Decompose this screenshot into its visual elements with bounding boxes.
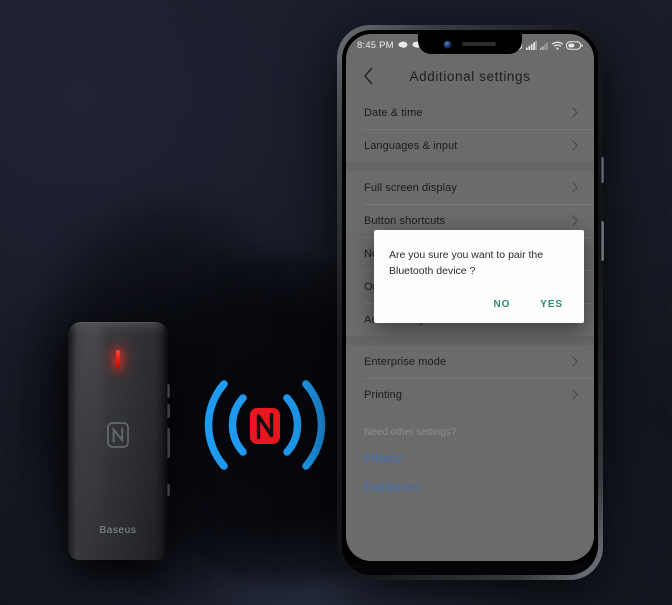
settings-row-label: Languages & input	[364, 139, 458, 152]
settings-group-divider	[346, 162, 594, 171]
settings-list[interactable]: Date & time Languages & input Full scree…	[346, 96, 594, 561]
dialog-actions: NO YES	[389, 295, 569, 314]
settings-group-3: Enterprise mode Printing	[346, 345, 594, 411]
baseus-bluetooth-device: Baseus	[68, 322, 170, 560]
settings-row-full-screen-display[interactable]: Full screen display	[346, 171, 594, 204]
message-cloud-icon	[398, 41, 408, 48]
back-button[interactable]	[351, 59, 385, 93]
chevron-right-icon	[572, 356, 578, 367]
device-button-bottom[interactable]	[167, 484, 170, 496]
phone-screen: 8:45 PM Additional settings Date & time …	[346, 34, 594, 561]
earpiece-speaker	[462, 42, 496, 46]
app-bar: Additional settings	[346, 56, 594, 96]
device-brand-label: Baseus	[99, 525, 137, 536]
settings-row-label: Date & time	[364, 106, 423, 119]
device-button-upper[interactable]	[167, 384, 170, 398]
chevron-right-icon	[572, 389, 578, 400]
footer-link-privacy[interactable]: Privacy	[364, 453, 576, 465]
dialog-message: Are you sure you want to pair the Blueto…	[389, 249, 544, 278]
chevron-right-icon	[572, 182, 578, 193]
chevron-right-icon	[572, 140, 578, 151]
dialog-no-button[interactable]: NO	[491, 295, 512, 314]
settings-row-label: Enterprise mode	[364, 355, 447, 368]
chevron-right-icon	[572, 215, 578, 226]
settings-row-date-time[interactable]: Date & time	[346, 96, 594, 129]
device-port	[167, 428, 170, 458]
device-highlight	[78, 326, 104, 546]
settings-row-printing[interactable]: Printing	[346, 378, 594, 411]
wifi-icon	[552, 41, 563, 50]
footer-link-earphones[interactable]: Earphones	[364, 482, 576, 494]
dialog-yes-button[interactable]: YES	[538, 295, 565, 314]
settings-row-label: Button shortcuts	[364, 214, 446, 227]
status-bar-left: 8:45 PM	[357, 40, 422, 51]
volume-button[interactable]	[601, 157, 604, 183]
nfc-wave-emblem	[198, 358, 332, 492]
settings-row-label: Printing	[364, 388, 403, 401]
phone-body: 8:45 PM Additional settings Date & time …	[342, 30, 598, 575]
page-title: Additional settings	[409, 68, 531, 84]
status-time: 8:45 PM	[357, 39, 394, 51]
battery-icon	[566, 40, 583, 50]
settings-group-1: Date & time Languages & input	[346, 96, 594, 162]
settings-footer: Need other settings? Privacy Earphones	[346, 411, 594, 494]
phone-chin	[342, 561, 598, 575]
phone-notch	[418, 34, 522, 54]
device-button-lower[interactable]	[167, 404, 170, 418]
chevron-left-icon	[363, 67, 372, 85]
scene-root: Baseus 8:45 PM Additional settings Date …	[0, 0, 672, 605]
nfc-logo	[107, 422, 129, 448]
settings-row-label: Full screen display	[364, 181, 457, 194]
settings-row-enterprise-mode[interactable]: Enterprise mode	[346, 345, 594, 378]
settings-group-divider	[346, 336, 594, 345]
signal-bars-secondary-icon	[540, 41, 548, 50]
footer-hint: Need other settings?	[364, 427, 457, 438]
settings-row-languages-input[interactable]: Languages & input	[346, 129, 594, 162]
bluetooth-pairing-dialog: Are you sure you want to pair the Blueto…	[374, 230, 584, 323]
smartphone: 8:45 PM Additional settings Date & time …	[337, 25, 604, 580]
chevron-right-icon	[572, 107, 578, 118]
front-camera-icon	[444, 40, 451, 48]
red-power-led	[116, 350, 120, 368]
signal-bars-icon	[526, 40, 537, 50]
power-button[interactable]	[601, 221, 604, 261]
